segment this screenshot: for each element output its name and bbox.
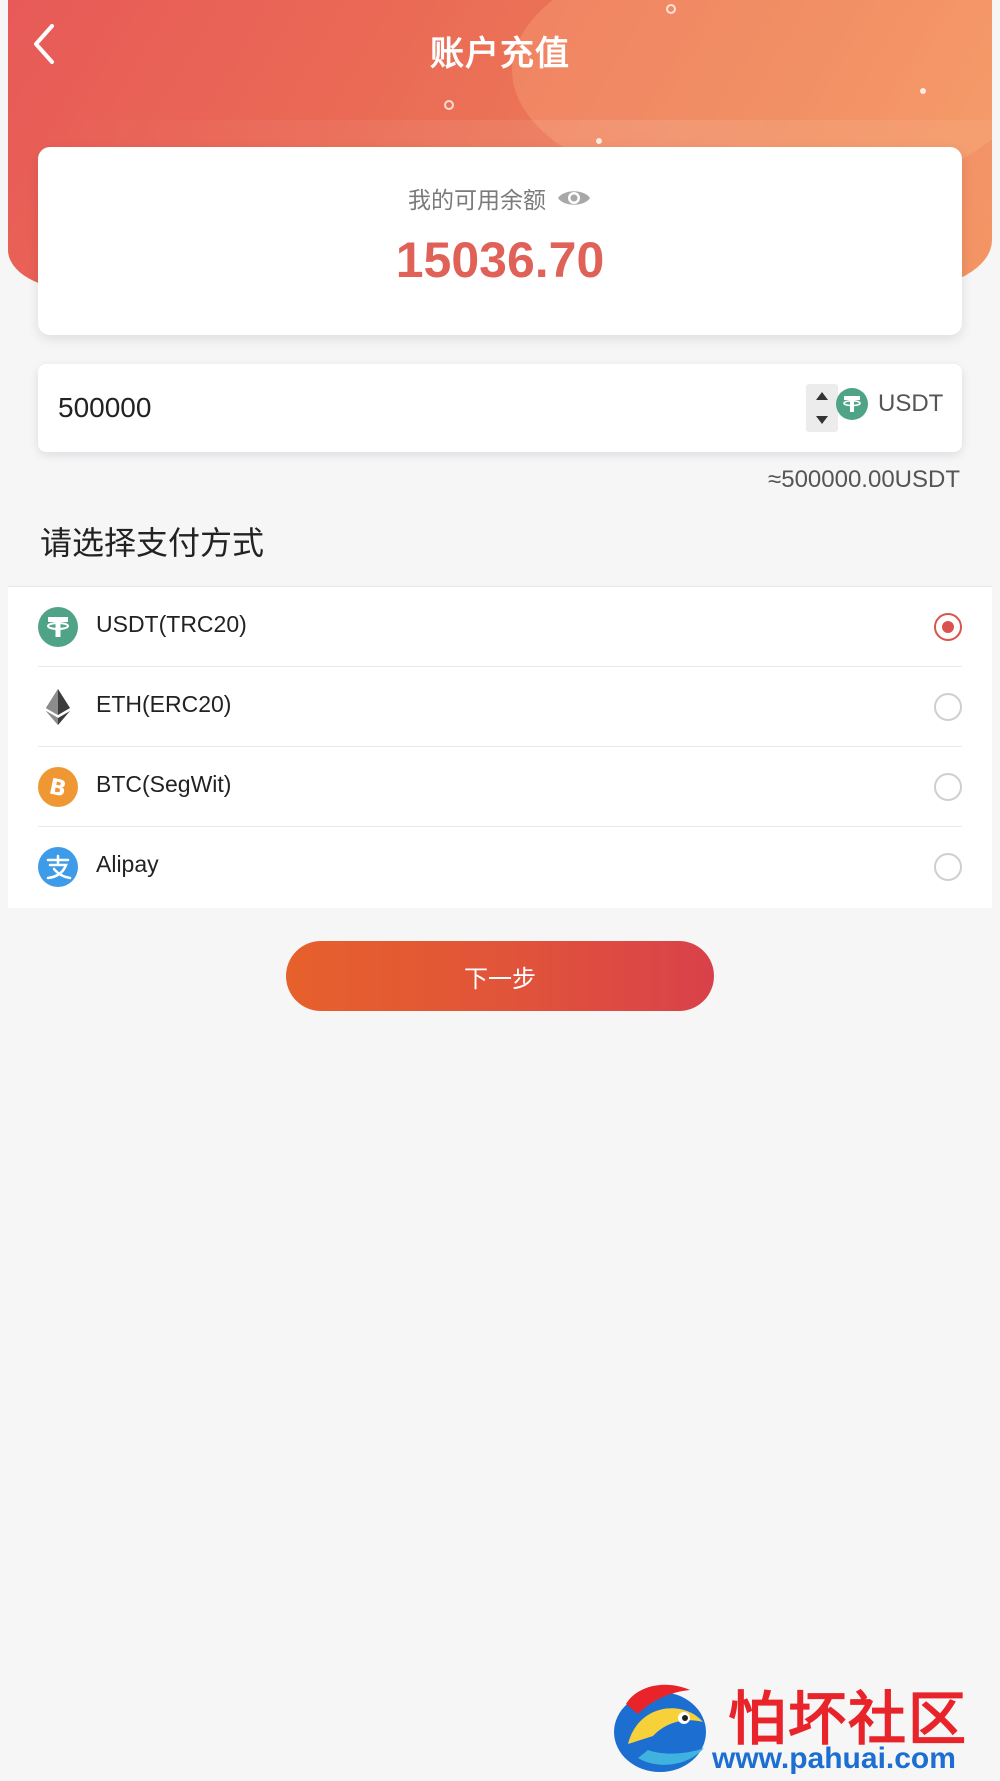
tether-icon: [836, 388, 868, 420]
banner-dot: [920, 88, 926, 94]
converted-amount: ≈500000.00USDT: [768, 466, 960, 493]
amount-input-box: USDT: [38, 364, 962, 452]
radio-unselected[interactable]: [934, 853, 962, 881]
page-title: 账户充值: [430, 34, 570, 74]
next-step-button[interactable]: 下一步: [286, 941, 714, 1011]
payment-option-alipay[interactable]: Alipay: [38, 827, 962, 907]
payment-method-list: USDT(TRC20) ETH(ERC20) B BTC(SegWit) Ali…: [8, 586, 992, 908]
balance-value: 15036.70: [395, 232, 605, 288]
payment-option-btc[interactable]: B BTC(SegWit): [38, 747, 962, 827]
currency-badge: USDT: [836, 388, 943, 420]
caret-down-icon: [816, 416, 828, 424]
banner-dot: [596, 138, 602, 144]
tether-icon: [38, 607, 78, 647]
balance-card: 我的可用余额 15036.70: [38, 147, 962, 335]
radio-unselected[interactable]: [934, 693, 962, 721]
stepper-down-button[interactable]: [806, 408, 838, 432]
payment-option-label: USDT(TRC20): [96, 611, 247, 637]
payment-option-usdt[interactable]: USDT(TRC20): [38, 587, 962, 667]
payment-option-label: Alipay: [96, 851, 159, 877]
recharge-screen: 账户充值 我的可用余额 15036.70 500000 USDT ≈500000…: [0, 0, 1000, 1781]
radio-selected[interactable]: [934, 613, 962, 641]
currency-label: USDT: [878, 390, 944, 417]
balance-label-row: 我的可用余额: [38, 181, 962, 215]
eye-icon[interactable]: [556, 186, 592, 210]
amount-input[interactable]: [58, 382, 818, 434]
fish-logo-icon: [614, 1684, 706, 1772]
radio-unselected[interactable]: [934, 773, 962, 801]
quantity-stepper[interactable]: [806, 384, 838, 432]
balance-label: 我的可用余额: [408, 188, 546, 214]
watermark-url: www.pahuai.com: [712, 1742, 956, 1775]
banner-ring: [444, 100, 454, 110]
payment-option-eth[interactable]: ETH(ERC20): [38, 667, 962, 747]
stepper-up-button[interactable]: [806, 384, 838, 408]
payment-option-label: BTC(SegWit): [96, 771, 232, 797]
ethereum-icon: [46, 689, 70, 725]
caret-up-icon: [816, 392, 828, 400]
bitcoin-icon: B: [38, 767, 78, 807]
banner-ring: [666, 4, 676, 14]
payment-section-title: 请选择支付方式: [40, 524, 265, 562]
alipay-icon: [38, 847, 78, 887]
payment-option-label: ETH(ERC20): [96, 691, 232, 717]
watermark: 怕坏社区 www.pahuai.com: [608, 1672, 1000, 1781]
